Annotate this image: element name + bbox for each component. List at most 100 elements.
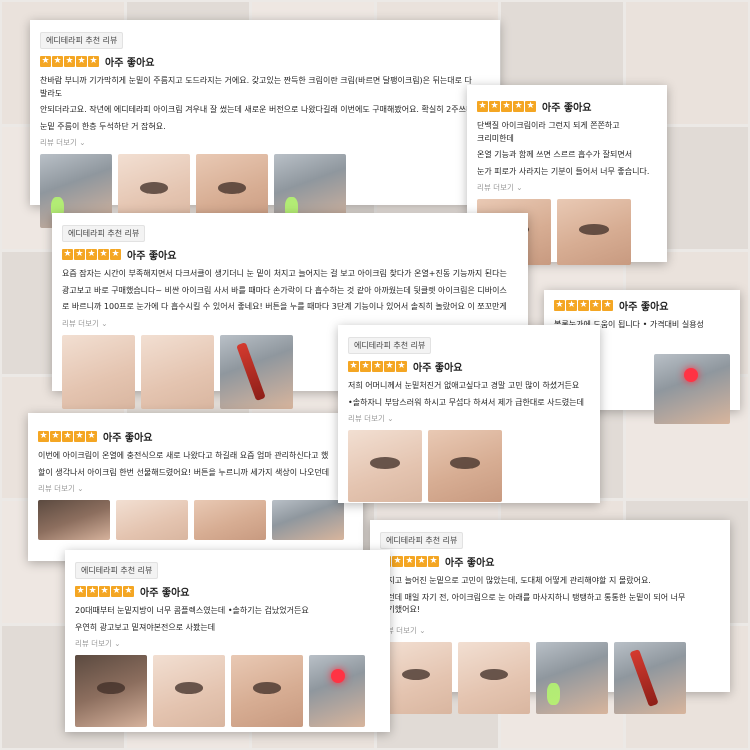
recommended-review-badge: 에디테라피 추천 리뷰 bbox=[380, 532, 464, 549]
review-card: 에디테라피 추천 리뷰 ★ ★ ★ ★ ★ 아주 좋아요 20대때부터 눈밑지방이 너무… bbox=[65, 550, 390, 732]
review-photo[interactable] bbox=[194, 500, 266, 540]
review-photo[interactable] bbox=[231, 655, 303, 727]
rating-row: ★★★★★ 아주 좋아요 bbox=[38, 429, 353, 444]
review-card: 에디테라피 추천 리뷰 ★ ★ ★ ★ ★ 아주 좋아요 찬바람 부니까 기가막히게 눈… bbox=[30, 20, 500, 228]
recommended-review-badge: 에디테라피 추천 리뷰 bbox=[75, 562, 159, 579]
star-icon: ★ bbox=[566, 300, 577, 311]
review-text-line: 이번에 아이크림이 온열에 충전식으로 새로 나왔다고 하길래 요즘 엄마 관리… bbox=[38, 451, 329, 460]
star-rating: ★★★★★ bbox=[38, 431, 97, 442]
review-card: 에디테라피 추천 리뷰 ★ ★ ★ ★ ★ 아주 좋아요 저희 어머니께서 눈밑처진거 … bbox=[338, 325, 600, 503]
star-icon: ★ bbox=[74, 431, 85, 442]
star-icon: ★ bbox=[88, 56, 99, 67]
more-review-link[interactable]: 리뷰 더보기 ⌄ bbox=[40, 137, 490, 148]
eye-shape bbox=[401, 668, 431, 681]
eye-shape bbox=[450, 457, 480, 469]
star-icon: ★ bbox=[525, 101, 536, 112]
review-photo[interactable] bbox=[38, 500, 110, 540]
star-rating: ★★★★★ bbox=[477, 101, 536, 112]
review-card: ★ ★ ★ ★ ★ 아주 좋아요 이번에 아이크림이 온열에 충전식으로 새로 나왔다고… bbox=[28, 413, 363, 561]
recommended-review-badge: 에디테라피 추천 리뷰 bbox=[62, 225, 146, 242]
more-review-link[interactable]: 리뷰 더보기 ⌄ bbox=[380, 625, 720, 636]
device-red-light bbox=[331, 669, 346, 684]
rating-label: 아주 좋아요 bbox=[127, 251, 177, 262]
star-icon: ★ bbox=[392, 556, 403, 567]
review-photo[interactable] bbox=[614, 641, 686, 714]
eye-shape bbox=[217, 182, 247, 194]
star-rating: ★★★★★ bbox=[554, 300, 613, 311]
star-icon: ★ bbox=[74, 249, 85, 260]
star-icon: ★ bbox=[64, 56, 75, 67]
star-rating: ★★★★★ bbox=[348, 361, 407, 372]
review-photo[interactable] bbox=[428, 430, 502, 502]
recommended-review-badge: 에디테라피 추천 리뷰 bbox=[348, 337, 432, 354]
star-icon: ★ bbox=[62, 249, 73, 260]
review-text-line: 안되더라고요. 작년에 에디테라피 아이크림 겨우내 잘 썼는데 새로운 버전으… bbox=[40, 105, 481, 114]
rating-row: ★★★★★ 아주 좋아요 bbox=[380, 554, 720, 569]
rating-label: 아주 좋아요 bbox=[413, 363, 463, 374]
eye-shape bbox=[174, 682, 204, 694]
more-review-link[interactable]: 리뷰 더보기 ⌄ bbox=[38, 483, 353, 494]
review-photos bbox=[38, 500, 353, 540]
more-review-link[interactable]: 리뷰 더보기 ⌄ bbox=[477, 182, 657, 193]
star-icon: ★ bbox=[52, 56, 63, 67]
star-icon: ★ bbox=[416, 556, 427, 567]
rating-row: ★★★★★ 아주 좋아요 bbox=[477, 99, 657, 114]
star-icon: ★ bbox=[477, 101, 488, 112]
review-card: 에디테라피 추천 리뷰 ★★★★★ 아주 좋아요 처지고 늘어진 눈밑으로 고민… bbox=[370, 520, 730, 714]
review-text-line: 저희 어머니께서 눈밑처진거 없애고싶다고 경말 고민 많이 하셨거든요 bbox=[348, 381, 580, 390]
review-photo[interactable] bbox=[557, 199, 631, 265]
star-icon: ★ bbox=[578, 300, 589, 311]
review-text-line: 요즘 잠자는 시간이 부족해지면서 다크서클이 생기더니 눈 밑이 처지고 늘어… bbox=[62, 269, 507, 278]
star-icon: ★ bbox=[428, 556, 439, 567]
review-text-line: 찬바람 부니까 기가막히게 눈밑이 주름지고 도드라지는 거에요. 갖고있는 짠… bbox=[40, 76, 475, 98]
more-review-link[interactable]: 리뷰 더보기 ⌄ bbox=[348, 413, 590, 424]
star-icon: ★ bbox=[396, 361, 407, 372]
eye-shape bbox=[370, 457, 400, 469]
review-photo[interactable] bbox=[272, 500, 344, 540]
device-pen bbox=[629, 648, 659, 707]
more-review-link[interactable]: 리뷰 더보기 ⌄ bbox=[75, 638, 380, 649]
star-icon: ★ bbox=[590, 300, 601, 311]
star-rating: ★★★★★ bbox=[75, 586, 134, 597]
review-photo[interactable] bbox=[380, 641, 452, 714]
rating-row: ★★★★★ 아주 좋아요 bbox=[348, 359, 590, 374]
star-rating: ★★★★★ bbox=[40, 56, 99, 67]
review-photo[interactable] bbox=[153, 655, 225, 727]
eye-shape bbox=[139, 182, 169, 194]
star-icon: ★ bbox=[86, 431, 97, 442]
review-photo[interactable] bbox=[654, 354, 730, 424]
review-photo[interactable] bbox=[348, 430, 422, 502]
star-icon: ★ bbox=[99, 586, 110, 597]
star-icon: ★ bbox=[513, 101, 524, 112]
rating-label: 아주 좋아요 bbox=[445, 558, 495, 569]
star-icon: ★ bbox=[372, 361, 383, 372]
star-icon: ★ bbox=[404, 556, 415, 567]
rating-row: ★★★★★ 아주 좋아요 bbox=[62, 247, 518, 262]
eye-shape bbox=[252, 682, 282, 694]
review-text-line: 그런데 매일 자기 전, 아이크림으로 눈 아래를 마사지하니 탱탱하고 통통한… bbox=[380, 592, 688, 615]
star-icon: ★ bbox=[602, 300, 613, 311]
review-text-line: 단백질 아이크림이라 그런지 되게 쫀쫀하고 크리미한데 bbox=[477, 121, 623, 143]
rating-row: ★★★★★ 아주 좋아요 bbox=[554, 298, 730, 313]
star-icon: ★ bbox=[360, 361, 371, 372]
star-icon: ★ bbox=[75, 586, 86, 597]
star-icon: ★ bbox=[50, 431, 61, 442]
star-icon: ★ bbox=[38, 431, 49, 442]
device-pen bbox=[235, 341, 266, 402]
review-text-line: •솔하자니 부담스러워 하시고 무섭다 하셔서 제가 급한대로 사드렸는데 bbox=[348, 397, 584, 407]
review-photo[interactable] bbox=[62, 334, 135, 409]
star-icon: ★ bbox=[501, 101, 512, 112]
review-photos bbox=[75, 655, 380, 727]
review-photo[interactable] bbox=[458, 641, 530, 714]
review-photo[interactable] bbox=[75, 655, 147, 727]
star-rating: ★★★★★ bbox=[62, 249, 121, 260]
review-photo[interactable] bbox=[309, 655, 365, 727]
review-text-line: 눈밑 주름이 한층 두석하단 거 잡혀요. bbox=[40, 121, 166, 131]
review-photo[interactable] bbox=[116, 500, 188, 540]
review-photo[interactable] bbox=[536, 641, 608, 714]
review-text-line: 광고보고 바로 구매했습니다~ 비싼 아이크림 사서 바를 때마다 손가락이 다… bbox=[62, 285, 507, 295]
star-icon: ★ bbox=[123, 586, 134, 597]
review-photo[interactable] bbox=[220, 334, 293, 409]
rating-row: ★★★★★ 아주 좋아요 bbox=[75, 584, 380, 599]
review-photo[interactable] bbox=[141, 334, 214, 409]
